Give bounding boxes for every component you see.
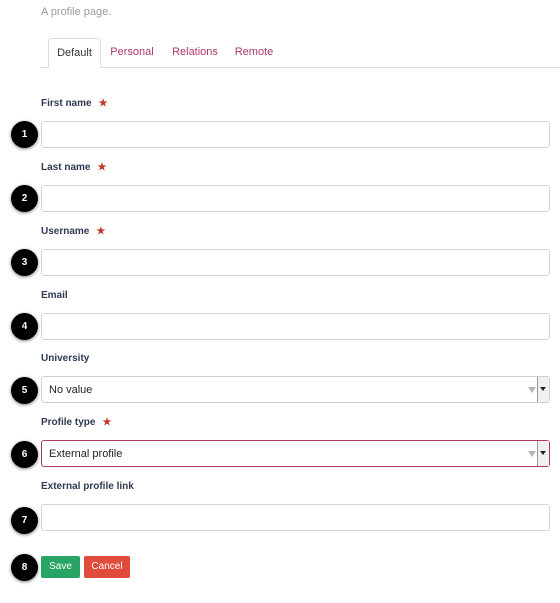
star-icon: ★ xyxy=(102,417,112,428)
tab-personal[interactable]: Personal xyxy=(103,38,161,67)
profile-type-select-value: External profile xyxy=(49,448,123,460)
star-icon: ★ xyxy=(98,98,108,109)
step-badge-2: 2 xyxy=(11,185,38,212)
university-select[interactable]: No value xyxy=(41,376,550,403)
page-subtitle: A profile page. xyxy=(41,6,112,18)
tab-remote[interactable]: Remote xyxy=(230,38,278,67)
select-arrow-icon xyxy=(528,387,536,393)
chevron-down-icon[interactable] xyxy=(537,441,549,466)
last-name-label: Last name ★ xyxy=(41,162,106,173)
university-label: University xyxy=(41,353,89,364)
tab-default[interactable]: Default xyxy=(48,38,101,68)
username-label: Username ★ xyxy=(41,226,105,237)
username-label-text: Username xyxy=(41,226,90,237)
tab-bar: Default Personal Relations Remote xyxy=(40,38,560,68)
university-select-value: No value xyxy=(49,384,93,396)
chevron-down-icon[interactable] xyxy=(537,377,549,402)
email-label-text: Email xyxy=(41,290,68,301)
profile-type-label: Profile type ★ xyxy=(41,417,111,428)
external-profile-link-label: External profile link xyxy=(41,481,134,492)
first-name-label: First name ★ xyxy=(41,98,108,109)
select-arrow-icon xyxy=(528,451,536,457)
save-button[interactable]: Save xyxy=(41,556,80,578)
step-badge-8: 8 xyxy=(11,554,38,581)
external-profile-link-input[interactable] xyxy=(41,504,550,531)
step-badge-3: 3 xyxy=(11,249,38,276)
step-badge-7: 7 xyxy=(11,507,38,534)
star-icon: ★ xyxy=(96,226,106,237)
tab-relations[interactable]: Relations xyxy=(165,38,225,67)
university-label-text: University xyxy=(41,353,90,364)
first-name-input[interactable] xyxy=(41,121,550,148)
last-name-label-text: Last name xyxy=(41,162,91,173)
star-icon: ★ xyxy=(97,162,107,173)
step-badge-1: 1 xyxy=(11,121,38,148)
username-input[interactable] xyxy=(41,249,550,276)
profile-type-select[interactable]: External profile xyxy=(41,440,550,467)
email-input[interactable] xyxy=(41,313,550,340)
profile-type-label-text: Profile type xyxy=(41,417,96,428)
last-name-input[interactable] xyxy=(41,185,550,212)
first-name-label-text: First name xyxy=(41,98,92,109)
step-badge-4: 4 xyxy=(11,313,38,340)
email-label: Email xyxy=(41,290,68,301)
cancel-button[interactable]: Cancel xyxy=(84,556,130,578)
external-profile-link-label-text: External profile link xyxy=(41,481,134,492)
step-badge-5: 5 xyxy=(11,377,38,404)
step-badge-6: 6 xyxy=(11,441,38,468)
